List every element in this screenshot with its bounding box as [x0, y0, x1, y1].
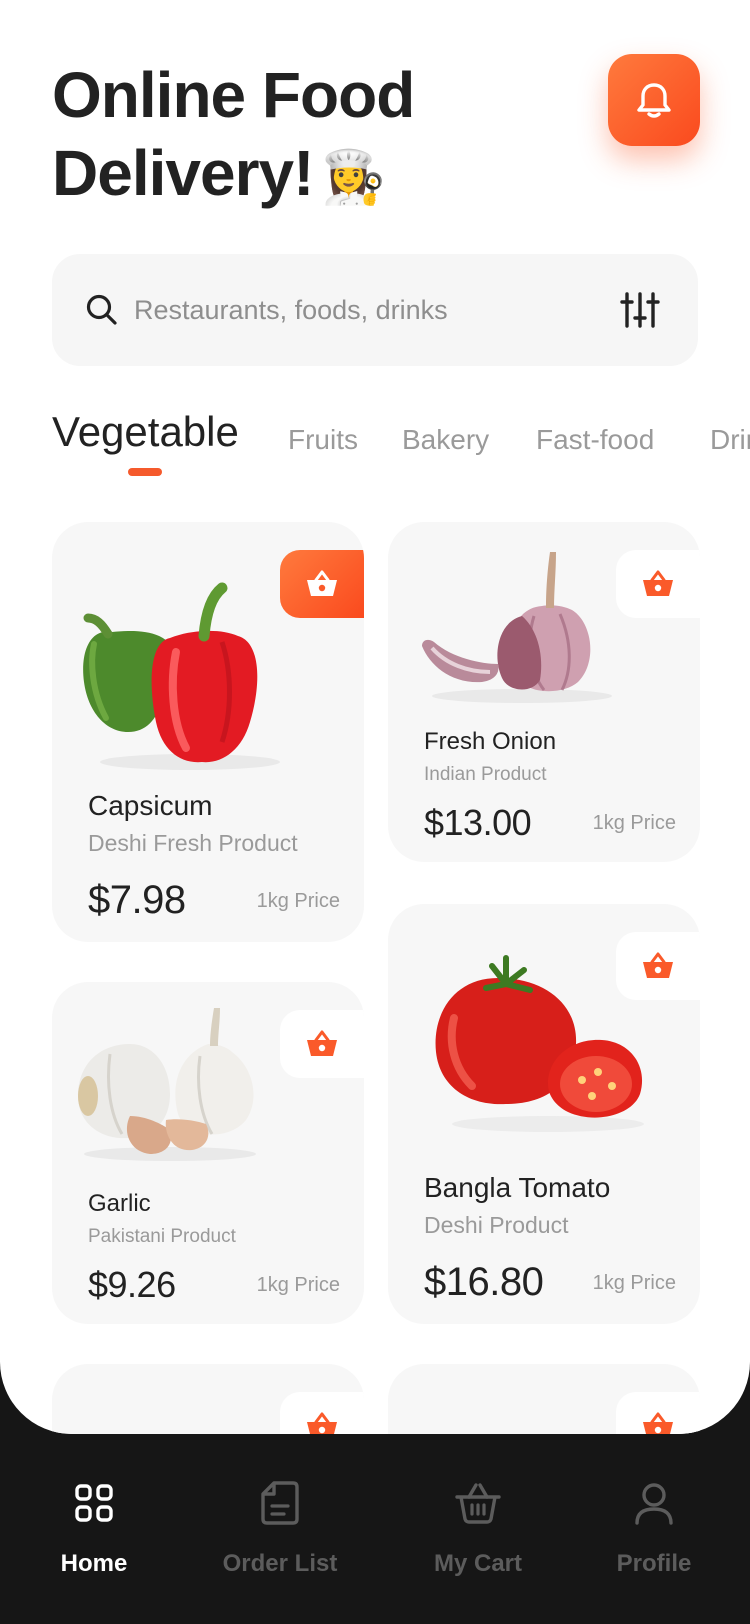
product-card-capsicum[interactable]: Capsicum Deshi Fresh Product $7.98 1kg P… [52, 522, 364, 942]
active-tab-indicator [128, 468, 162, 476]
product-price: $16.80 [424, 1260, 544, 1304]
product-price: $13.00 [424, 802, 532, 843]
filter-sliders-icon[interactable] [620, 290, 660, 330]
search-icon [86, 294, 117, 325]
basket-icon [307, 1412, 337, 1434]
nav-label: Order List [222, 1550, 338, 1577]
basket-icon [643, 570, 673, 596]
basket-icon [643, 1412, 673, 1434]
basket-icon [455, 1483, 501, 1524]
search-bar [52, 254, 698, 366]
nav-label: Profile [616, 1550, 692, 1577]
product-name: Garlic [88, 1190, 151, 1217]
capsicum-image [83, 582, 280, 770]
tab-bakery[interactable]: Bakery [402, 424, 489, 456]
product-origin: Deshi Fresh Product [88, 830, 298, 856]
garlic-image [78, 1008, 256, 1161]
user-icon [635, 1483, 673, 1525]
nav-home[interactable]: Home [14, 1478, 174, 1578]
notifications-button[interactable] [608, 54, 700, 146]
product-unit: 1kg Price [592, 812, 676, 834]
nav-label: Home [60, 1550, 128, 1577]
product-card-garlic[interactable]: Garlic Pakistani Product $9.26 1kg Price [52, 982, 364, 1324]
product-origin: Pakistani Product [88, 1226, 236, 1247]
product-name: Fresh Onion [424, 728, 557, 755]
product-unit: 1kg Price [256, 890, 340, 912]
product-name: Bangla Tomato [424, 1172, 611, 1203]
title-line-2: Delivery! 👩‍🍳 [52, 137, 386, 209]
add-to-cart-button[interactable] [616, 550, 700, 618]
product-card-partial[interactable] [388, 1364, 700, 1434]
nav-my-cart[interactable]: My Cart [398, 1478, 558, 1578]
bottom-nav: Home Order List My Cart Profile [0, 1434, 750, 1624]
nav-label: My Cart [433, 1550, 523, 1577]
add-to-cart-button[interactable] [280, 1010, 364, 1078]
product-card-fresh-onion[interactable]: Fresh Onion Indian Product $13.00 1kg Pr… [388, 522, 700, 862]
product-unit: 1kg Price [592, 1272, 676, 1294]
product-price: $9.26 [88, 1264, 176, 1305]
product-price: $7.98 [88, 878, 186, 922]
product-unit: 1kg Price [256, 1274, 340, 1296]
page-title: Online Food Delivery! 👩‍🍳 [52, 56, 512, 217]
tab-vegetable[interactable]: Vegetable [52, 408, 239, 456]
nav-profile[interactable]: Profile [574, 1478, 734, 1578]
product-origin: Deshi Product [424, 1212, 569, 1238]
nav-order-list[interactable]: Order List [200, 1478, 360, 1578]
product-card-bangla-tomato[interactable]: Bangla Tomato Deshi Product $16.80 1kg P… [388, 904, 700, 1324]
onion-image [422, 552, 612, 703]
add-to-cart-button[interactable] [616, 1392, 700, 1434]
tab-fruits[interactable]: Fruits [288, 424, 358, 456]
tab-drinks[interactable]: Drinks [710, 424, 750, 456]
product-origin: Indian Product [424, 764, 547, 785]
document-icon [261, 1481, 299, 1525]
chef-emoji: 👩‍🍳 [321, 149, 386, 207]
tomato-image [435, 955, 644, 1132]
basket-icon [307, 1030, 337, 1056]
category-tabs: Vegetable Fruits Bakery Fast-food Drinks [52, 404, 750, 484]
add-to-cart-button[interactable] [280, 1392, 364, 1434]
product-name: Capsicum [88, 790, 213, 821]
product-card-partial[interactable] [52, 1364, 364, 1434]
home-screen: Online Food Delivery!👩‍🍳 Vegetable Fruit… [0, 0, 750, 1434]
title-line-1: Online Food [52, 59, 415, 131]
grid-icon [75, 1484, 113, 1522]
tab-fast-food[interactable]: Fast-food [536, 424, 654, 456]
bell-icon [637, 83, 671, 118]
basket-icon [307, 570, 337, 596]
search-input[interactable] [134, 284, 574, 336]
